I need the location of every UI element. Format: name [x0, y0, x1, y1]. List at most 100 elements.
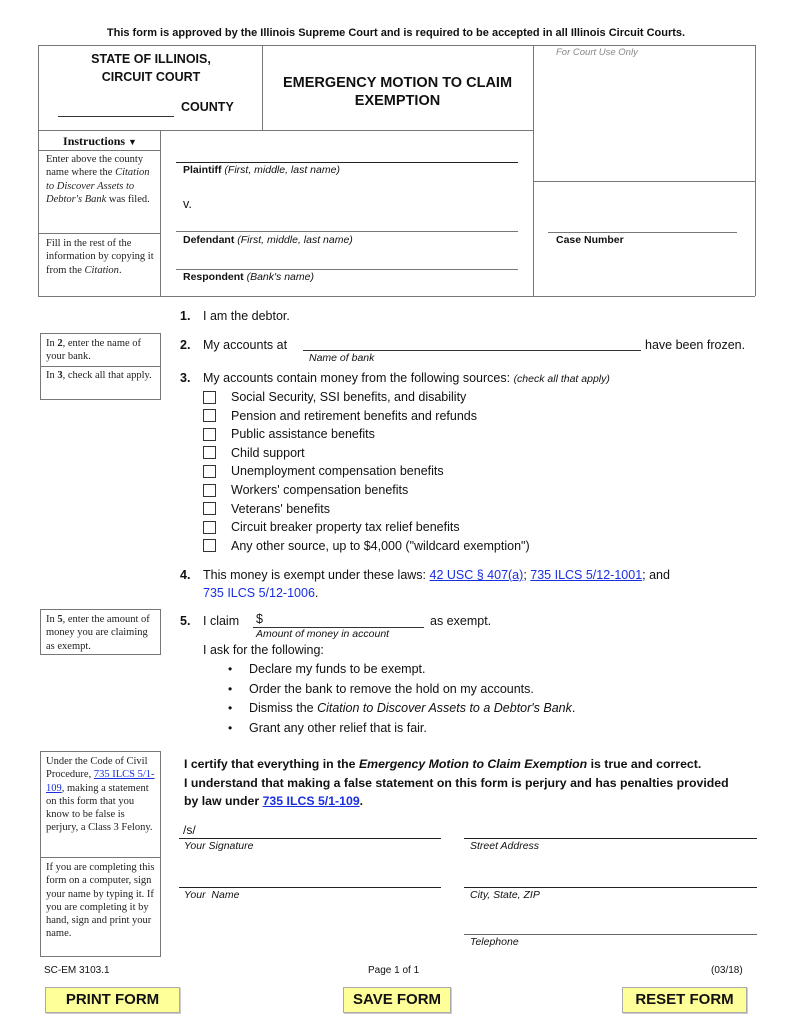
amount-caption: Amount of money in account [256, 628, 390, 640]
item-1-number: 1. [180, 309, 191, 323]
county-label: COUNTY [181, 100, 234, 114]
name-input[interactable] [179, 872, 441, 888]
source-checkbox[interactable] [203, 483, 216, 497]
defendant-input[interactable] [176, 215, 518, 231]
source-option[interactable]: Public assistance benefits [203, 426, 375, 442]
bullet-icon: • [228, 662, 233, 676]
source-checkbox[interactable] [203, 427, 216, 441]
instruction-boxes-2-3: In 2, enter the name of your bank. In 3,… [40, 333, 161, 400]
respondent-input[interactable] [176, 253, 518, 269]
source-option[interactable]: Workers' compensation benefits [203, 482, 408, 498]
form-id: SC-EM 3103.1 [44, 965, 110, 976]
plaintiff-label-text: Plaintiff [183, 164, 222, 176]
source-checkbox[interactable] [203, 464, 216, 478]
reset-form-button[interactable]: RESET FORM [622, 987, 747, 1013]
request-citation-name: Citation to Discover Assets to a Debtor'… [317, 701, 572, 715]
plaintiff-input[interactable] [176, 146, 518, 162]
city-state-zip-label: City, State, ZIP [470, 889, 540, 901]
item-4-text: This money is exempt under these laws: 4… [203, 568, 670, 582]
case-number-label: Case Number [556, 234, 624, 246]
request-text: Order the bank to remove the hold on my … [249, 681, 534, 696]
certify-line-3: by law under 735 ILCS 5/1-109. [184, 792, 774, 811]
request-text: Declare my funds to be exempt. [249, 662, 426, 676]
header-divider-2 [533, 45, 534, 296]
amount-input[interactable]: $ [253, 612, 424, 628]
approval-notice: This form is approved by the Illinois Su… [106, 27, 686, 39]
source-option-label: Any other source, up to $4,000 ("wildcar… [231, 538, 530, 553]
source-option[interactable]: Social Security, SSI benefits, and disab… [203, 389, 466, 405]
instruction-county: Enter above the county name where the Ci… [46, 153, 158, 206]
instructions-heading-border [38, 150, 160, 151]
defendant-input-line [176, 231, 518, 232]
telephone-input[interactable] [464, 919, 757, 935]
bank-name-caption: Name of bank [309, 352, 375, 364]
ilcs-12-1006-link[interactable]: 735 ILCS 5/12-1006 [203, 586, 315, 600]
source-checkbox[interactable] [203, 539, 216, 553]
request-text: Grant any other relief that is fair. [249, 720, 427, 735]
certify-form-name: Emergency Motion to Claim Exemption [358, 757, 588, 771]
instructions-divider [160, 130, 161, 296]
bullet-icon: • [228, 701, 233, 715]
source-option-label: Veterans' benefits [231, 501, 330, 516]
instruction-italic: Citation [84, 264, 119, 276]
print-form-button[interactable]: PRINT FORM [45, 987, 180, 1013]
signature-input[interactable]: /s/ [179, 823, 441, 839]
certify-text: I certify that everything in the [184, 757, 359, 771]
item-3-label: My accounts contain money from the follo… [203, 371, 514, 385]
source-checkbox[interactable] [203, 446, 216, 460]
source-option[interactable]: Circuit breaker property tax relief bene… [203, 519, 460, 535]
instruction-boxes-signature: Under the Code of Civil Procedure, 735 I… [40, 751, 161, 957]
certify-line-1: I certify that everything in the Emergen… [184, 755, 774, 774]
item-4-line2: 735 ILCS 5/12-1006. [203, 586, 318, 600]
item-4-label: This money is exempt under these laws: [203, 568, 430, 582]
defendant-label: Defendant (First, middle, last name) [183, 234, 353, 246]
item-5-pre: I claim [203, 614, 240, 628]
signature-label: Your Signature [184, 840, 254, 852]
bank-name-input[interactable] [303, 335, 641, 351]
defendant-hint: (First, middle, last name) [237, 234, 353, 246]
source-option[interactable]: Veterans' benefits [203, 501, 330, 517]
item-4-number: 4. [180, 568, 191, 582]
respondent-label-text: Respondent [183, 271, 244, 283]
usc-407-link[interactable]: 42 USC § 407(a) [430, 568, 524, 582]
instruction-text: In [46, 338, 58, 349]
certify-text: is true and correct. [587, 757, 702, 771]
source-checkbox[interactable] [203, 502, 216, 516]
perjury-law-link[interactable]: 735 ILCS 5/1-109 [263, 794, 360, 808]
item-3-hint: (check all that apply) [513, 373, 610, 385]
source-checkbox[interactable] [203, 409, 216, 423]
instructions-heading[interactable]: Instructions ▼ [40, 134, 160, 149]
source-option[interactable]: Unemployment compensation benefits [203, 463, 444, 479]
instructions-box-divider [38, 233, 160, 234]
request-item: • Grant any other relief that is fair. [228, 721, 427, 735]
save-form-button[interactable]: SAVE FORM [343, 987, 451, 1013]
instructions-heading-label: Instructions [63, 134, 126, 148]
certification: I certify that everything in the Emergen… [184, 755, 774, 811]
source-option[interactable]: Any other source, up to $4,000 ("wildcar… [203, 538, 530, 554]
respondent-label: Respondent (Bank's name) [183, 271, 314, 283]
street-address-label: Street Address [470, 840, 540, 852]
request-item: • Dismiss the Citation to Discover Assets… [228, 701, 575, 715]
request-text: . [571, 701, 576, 715]
form-title-line1: EMERGENCY MOTION TO CLAIM [282, 75, 513, 91]
item-2-number: 2. [180, 338, 191, 352]
source-checkbox[interactable] [203, 520, 216, 534]
court-use-only-label: For Court Use Only [556, 47, 638, 58]
source-checkbox[interactable] [203, 390, 216, 404]
dollar-sign: $ [256, 612, 263, 626]
plaintiff-input-line [176, 162, 518, 163]
instruction-item-3: In 3, check all that apply. [41, 367, 160, 384]
source-option[interactable]: Pension and retirement benefits and refu… [203, 408, 477, 424]
city-state-zip-input[interactable] [464, 872, 757, 888]
certify-text: by law under [184, 794, 263, 808]
source-option-label: Social Security, SSI benefits, and disab… [231, 390, 467, 404]
instruction-item-2: In 2, enter the name of your bank. [41, 334, 160, 367]
county-input[interactable] [58, 101, 174, 117]
source-option[interactable]: Child support [203, 445, 305, 461]
respondent-hint: (Bank's name) [246, 271, 314, 283]
telephone-label: Telephone [470, 936, 519, 948]
street-address-input[interactable] [464, 823, 757, 839]
case-number-input[interactable] [548, 216, 737, 232]
case-number-input-line [548, 232, 737, 233]
ilcs-12-1001-link[interactable]: 735 ILCS 5/12-1001 [530, 568, 642, 582]
